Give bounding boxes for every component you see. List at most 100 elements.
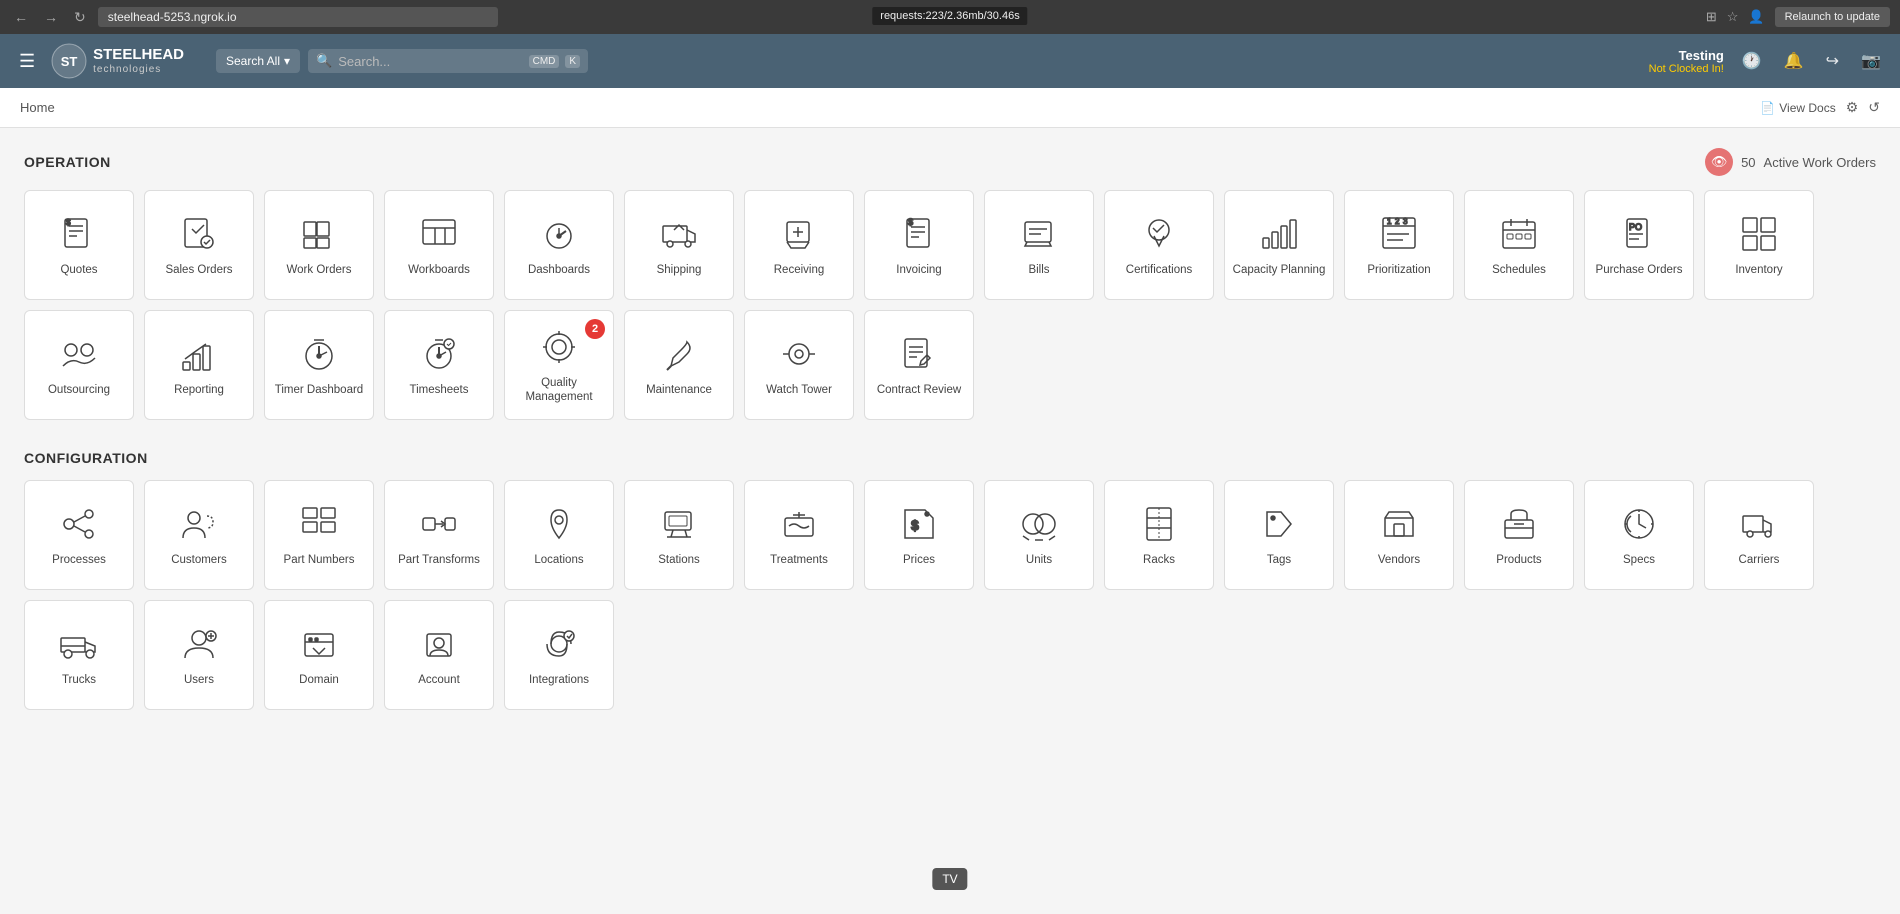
card-quality-management[interactable]: Quality Management2 — [504, 310, 614, 420]
card-capacity-planning[interactable]: Capacity Planning — [1224, 190, 1334, 300]
card-prices[interactable]: $Prices — [864, 480, 974, 590]
bills-label: Bills — [1024, 264, 1053, 278]
user-name: Testing — [1649, 48, 1724, 63]
card-units[interactable]: Units — [984, 480, 1094, 590]
card-receiving[interactable]: Receiving — [744, 190, 854, 300]
card-quotes[interactable]: $Quotes — [24, 190, 134, 300]
card-treatments[interactable]: Treatments — [744, 480, 854, 590]
main-content: OPERATION 👁 50 Active Work Orders $Quote… — [0, 128, 1900, 914]
card-workboards[interactable]: Workboards — [384, 190, 494, 300]
search-icon: 🔍 — [316, 53, 332, 69]
card-specs[interactable]: Specs — [1584, 480, 1694, 590]
card-products[interactable]: Products — [1464, 480, 1574, 590]
back-button[interactable]: ← — [10, 7, 32, 27]
card-bills[interactable]: Bills — [984, 190, 1094, 300]
processes-label: Processes — [48, 554, 110, 568]
receiving-icon — [777, 212, 821, 256]
treatments-label: Treatments — [766, 554, 832, 568]
invoicing-icon: $ — [897, 212, 941, 256]
card-carriers[interactable]: Carriers — [1704, 480, 1814, 590]
customers-icon — [177, 502, 221, 546]
logout-button[interactable]: ↪ — [1822, 47, 1843, 75]
workboards-label: Workboards — [404, 264, 474, 278]
active-wo-label: Active Work Orders — [1764, 155, 1876, 170]
clock-button[interactable]: 🕐 — [1738, 47, 1766, 75]
invoicing-label: Invoicing — [892, 264, 945, 278]
card-shipping[interactable]: Shipping — [624, 190, 734, 300]
refresh-button[interactable]: ↺ — [1868, 99, 1880, 116]
watch-tower-label: Watch Tower — [762, 384, 836, 398]
shipping-label: Shipping — [653, 264, 706, 278]
browser-chrome: ← → ↻ steelhead-5253.ngrok.io requests:2… — [0, 0, 1900, 34]
relaunch-button[interactable]: Relaunch to update — [1775, 7, 1890, 27]
header-right: Testing Not Clocked In! 🕐 🔔 ↪ 📷 — [1649, 47, 1885, 75]
breadcrumb-home[interactable]: Home — [20, 100, 55, 115]
contract-review-label: Contract Review — [873, 384, 965, 398]
quotes-icon: $ — [57, 212, 101, 256]
camera-button[interactable]: 📷 — [1857, 47, 1885, 75]
user-info: Testing Not Clocked In! — [1649, 48, 1724, 75]
card-prioritization[interactable]: 123Prioritization — [1344, 190, 1454, 300]
card-locations[interactable]: Locations — [504, 480, 614, 590]
card-watch-tower[interactable]: Watch Tower — [744, 310, 854, 420]
part-numbers-label: Part Numbers — [280, 554, 359, 568]
logo-name: STEELHEAD — [93, 47, 184, 64]
browser-icon-3: 👤 — [1748, 9, 1764, 25]
reload-button[interactable]: ↻ — [70, 7, 90, 28]
view-docs-link[interactable]: 📄 View Docs — [1760, 101, 1835, 115]
card-tags[interactable]: Tags — [1224, 480, 1334, 590]
svg-text:1: 1 — [1387, 217, 1392, 226]
card-invoicing[interactable]: $ Invoicing — [864, 190, 974, 300]
search-input-wrap: 🔍 CMD K — [308, 49, 588, 73]
forward-button[interactable]: → — [40, 7, 62, 27]
outsourcing-icon — [57, 332, 101, 376]
card-account[interactable]: Account — [384, 600, 494, 710]
schedules-label: Schedules — [1488, 264, 1550, 278]
card-outsourcing[interactable]: Outsourcing — [24, 310, 134, 420]
card-work-orders[interactable]: Work Orders — [264, 190, 374, 300]
operation-cards-grid: $QuotesSales OrdersWork Orders Workboards… — [24, 190, 1876, 420]
card-part-transforms[interactable]: Part Transforms — [384, 480, 494, 590]
card-timesheets[interactable]: Timesheets — [384, 310, 494, 420]
card-schedules[interactable]: Schedules — [1464, 190, 1574, 300]
card-trucks[interactable]: Trucks — [24, 600, 134, 710]
card-customers[interactable]: Customers — [144, 480, 254, 590]
locations-icon — [537, 502, 581, 546]
customers-label: Customers — [167, 554, 231, 568]
card-users[interactable]: Users — [144, 600, 254, 710]
url-bar[interactable]: steelhead-5253.ngrok.io — [98, 7, 498, 27]
settings-button[interactable]: ⚙ — [1846, 99, 1859, 116]
card-domain[interactable]: Domain — [264, 600, 374, 710]
card-inventory[interactable]: Inventory — [1704, 190, 1814, 300]
card-dashboards[interactable]: Dashboards — [504, 190, 614, 300]
dashboards-icon — [537, 212, 581, 256]
card-contract-review[interactable]: Contract Review — [864, 310, 974, 420]
card-purchase-orders[interactable]: POPurchase Orders — [1584, 190, 1694, 300]
receiving-label: Receiving — [770, 264, 829, 278]
svg-text:PO: PO — [1629, 222, 1642, 232]
hamburger-menu[interactable]: ☰ — [15, 47, 39, 76]
configuration-cards-grid: Processes Customers Part Numbers Part Trans… — [24, 480, 1876, 710]
operation-title: OPERATION — [24, 154, 111, 170]
vendors-icon — [1377, 502, 1421, 546]
operation-section-header: OPERATION 👁 50 Active Work Orders — [24, 148, 1876, 176]
card-processes[interactable]: Processes — [24, 480, 134, 590]
card-integrations[interactable]: Integrations — [504, 600, 614, 710]
card-sales-orders[interactable]: Sales Orders — [144, 190, 254, 300]
card-stations[interactable]: Stations — [624, 480, 734, 590]
card-racks[interactable]: Racks — [1104, 480, 1214, 590]
card-part-numbers[interactable]: Part Numbers — [264, 480, 374, 590]
search-all-button[interactable]: Search All ▾ — [216, 49, 300, 73]
card-reporting[interactable]: Reporting — [144, 310, 254, 420]
card-maintenance[interactable]: Maintenance — [624, 310, 734, 420]
search-input[interactable] — [338, 54, 522, 69]
certifications-label: Certifications — [1122, 264, 1196, 278]
dashboards-label: Dashboards — [524, 264, 594, 278]
svg-text:$: $ — [66, 218, 71, 227]
card-vendors[interactable]: Vendors — [1344, 480, 1454, 590]
notification-bell[interactable]: 🔔 — [1780, 47, 1808, 75]
configuration-section-header: CONFIGURATION — [24, 450, 1876, 466]
trucks-label: Trucks — [58, 674, 100, 688]
card-timer-dashboard[interactable]: Timer Dashboard — [264, 310, 374, 420]
card-certifications[interactable]: Certifications — [1104, 190, 1214, 300]
